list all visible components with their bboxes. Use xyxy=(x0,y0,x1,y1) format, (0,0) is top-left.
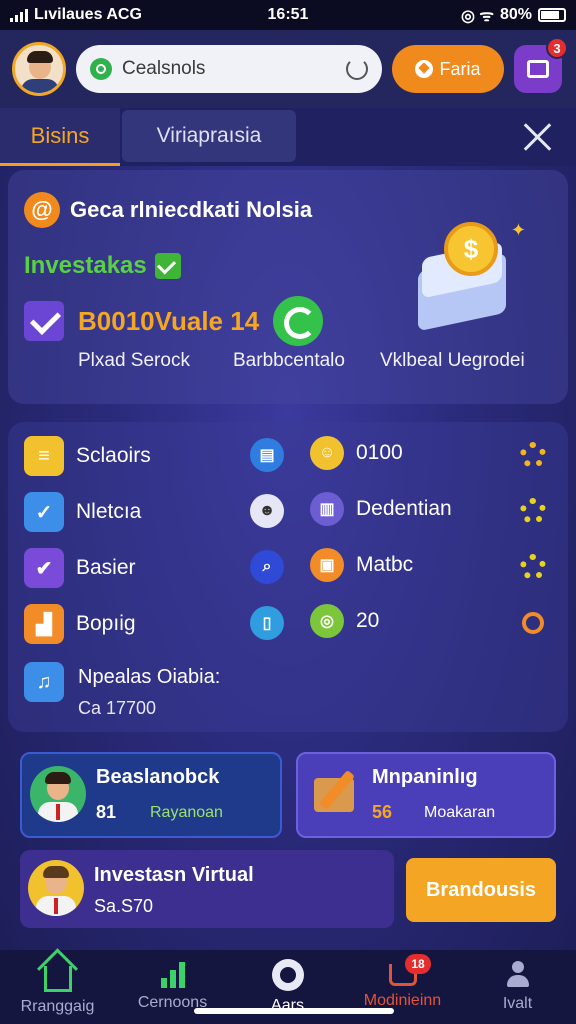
card-value: 56 xyxy=(372,802,393,822)
search-bar[interactable]: Cealsnols xyxy=(76,45,382,93)
chart-icon: ▟ xyxy=(24,604,64,644)
checklist-icon: ✔ xyxy=(24,548,64,588)
menu-item-label: Basier xyxy=(76,556,136,579)
list-icon[interactable]: ▤ xyxy=(250,438,284,472)
diamond-icon xyxy=(415,60,434,78)
nav-item-home[interactable]: Rranggaig xyxy=(0,950,115,1024)
menu-item-matbc[interactable]: ▣ Matbc xyxy=(310,548,413,582)
cart-badge: 18 xyxy=(405,954,431,974)
confirm-icon[interactable] xyxy=(273,296,324,346)
premium-label: Faria xyxy=(439,58,481,79)
ring-icon[interactable] xyxy=(522,612,544,634)
mascot-icon[interactable]: ☻ xyxy=(250,494,284,528)
menu-item-label: 0100 xyxy=(356,441,403,464)
nav-item-profile[interactable]: Ivalt xyxy=(460,950,575,1024)
carrier-name: Lıvilaues ACG xyxy=(34,6,142,23)
notification-button[interactable]: 3 xyxy=(514,37,568,93)
menu-footer-value: Ca 17700 xyxy=(78,698,157,718)
coin-illustration: $ ✦ xyxy=(408,210,528,332)
card-icon[interactable]: ▯ xyxy=(250,606,284,640)
menu-item-label: 20 xyxy=(356,609,380,632)
hero-label-3: Vklbeal Uegrodei xyxy=(380,350,525,371)
nav-label: Rranggaig xyxy=(20,998,95,1015)
avatar xyxy=(28,860,84,916)
box-icon: ▣ xyxy=(310,548,344,582)
cta-button[interactable]: Brandousis xyxy=(406,858,556,922)
nav-label: Ivalt xyxy=(502,995,533,1012)
settings-gear-icon[interactable] xyxy=(520,498,546,524)
avatar xyxy=(30,766,86,822)
coin-icon: ◎ xyxy=(310,604,344,638)
document-icon: ≡ xyxy=(24,436,64,476)
signal-icon xyxy=(10,8,28,22)
at-icon: @ xyxy=(24,192,60,228)
notification-badge: 3 xyxy=(546,37,568,59)
tab-active[interactable]: Bisins xyxy=(0,108,120,166)
menu-item-label: Bopıig xyxy=(76,612,136,635)
battery-icon xyxy=(538,8,566,22)
search-input[interactable]: Cealsnols xyxy=(122,58,336,80)
investor-card-2[interactable]: Mnpaninlıg 56 Moakaran xyxy=(296,752,556,838)
card-title: Investasn Virtual xyxy=(94,864,254,886)
close-icon[interactable] xyxy=(522,121,554,153)
hero-label-2: Barbbcentalo xyxy=(233,350,345,371)
menu-item-label: Matbc xyxy=(356,553,414,576)
hero-card: @ Geca rlniecdkati Nolsia Investakas B00… xyxy=(8,170,568,404)
user-icon xyxy=(505,961,531,989)
refresh-icon[interactable] xyxy=(346,58,368,80)
wifi-icon: ◎ ᯤ xyxy=(460,8,494,25)
home-icon xyxy=(43,966,72,992)
virtual-investment-card[interactable]: Investasn Virtual Sa.S70 xyxy=(20,850,394,928)
card-subtitle: Moakaran xyxy=(424,804,496,821)
menu-item-label: Sclaoirs xyxy=(76,444,151,467)
bar-chart-icon xyxy=(160,962,185,988)
premium-button[interactable]: Faria xyxy=(392,45,504,93)
menu-item-20[interactable]: ◎ 20 xyxy=(310,604,379,638)
card-title: Beaslanobck xyxy=(96,766,220,788)
emoji-icon: ☺ xyxy=(310,436,344,470)
menu-item-label: Nletcıa xyxy=(76,500,142,523)
search-icon xyxy=(90,58,112,80)
menu-item-score[interactable]: ☺ 0100 xyxy=(310,436,403,470)
menu-card: ≡ Sclaoirs ✓ Nletcıa ✔ Basier ▟ Bopıig ▤… xyxy=(8,422,568,732)
checkbox-icon[interactable] xyxy=(24,301,64,341)
music-icon: ♫ xyxy=(24,662,64,702)
hero-title: Geca rlniecdkati Nolsia xyxy=(70,197,313,222)
investakas-label: Investakas xyxy=(24,252,147,279)
check-icon: ✓ xyxy=(24,492,64,532)
settings-gear-icon[interactable] xyxy=(520,442,546,468)
battery-percent: 80% xyxy=(499,6,532,23)
card-title: Mnpaninlıg xyxy=(372,766,478,788)
tab-inactive[interactable]: Viriapraısia xyxy=(122,110,296,162)
menu-item-bopiig[interactable]: ▟ Bopıig xyxy=(24,604,136,644)
menu-item-basier[interactable]: ✔ Basier xyxy=(24,548,136,588)
verified-icon xyxy=(154,253,181,279)
center-icon xyxy=(271,959,304,991)
card-subtitle: Rayanoan xyxy=(150,804,223,821)
hero-label-1: Plxad Serock xyxy=(78,350,190,371)
package-icon xyxy=(312,768,362,818)
bars-icon: ▥ xyxy=(310,492,344,526)
inbox-icon xyxy=(527,60,549,78)
hero-amount: B0010Vuale 14 xyxy=(78,305,260,336)
menu-item-dedentian[interactable]: ▥ Dedentian xyxy=(310,492,452,526)
menu-item-sclaoirs[interactable]: ≡ Sclaoirs xyxy=(24,436,151,476)
settings-gear-icon[interactable] xyxy=(520,554,546,580)
menu-footer-label: Npealas Oiabia: xyxy=(78,666,221,688)
card-value: 81 xyxy=(96,802,117,822)
menu-item-label: Dedentian xyxy=(356,497,452,520)
app-header: Cealsnols Faria 3 xyxy=(0,30,576,108)
status-bar: Lıvilaues ACG 16:51 ◎ ᯤ 80% xyxy=(0,0,576,30)
tab-bar: Bisins Viriapraısia xyxy=(0,108,576,166)
card-value: Sa.S70 xyxy=(94,896,154,916)
avatar[interactable] xyxy=(12,42,66,96)
menu-item-nletcia[interactable]: ✓ Nletcıa xyxy=(24,492,141,532)
search-icon[interactable]: ⌕ xyxy=(250,550,284,584)
investor-card-1[interactable]: Beaslanobck 81 Rayanoan xyxy=(20,752,282,838)
home-indicator[interactable] xyxy=(194,1008,394,1014)
